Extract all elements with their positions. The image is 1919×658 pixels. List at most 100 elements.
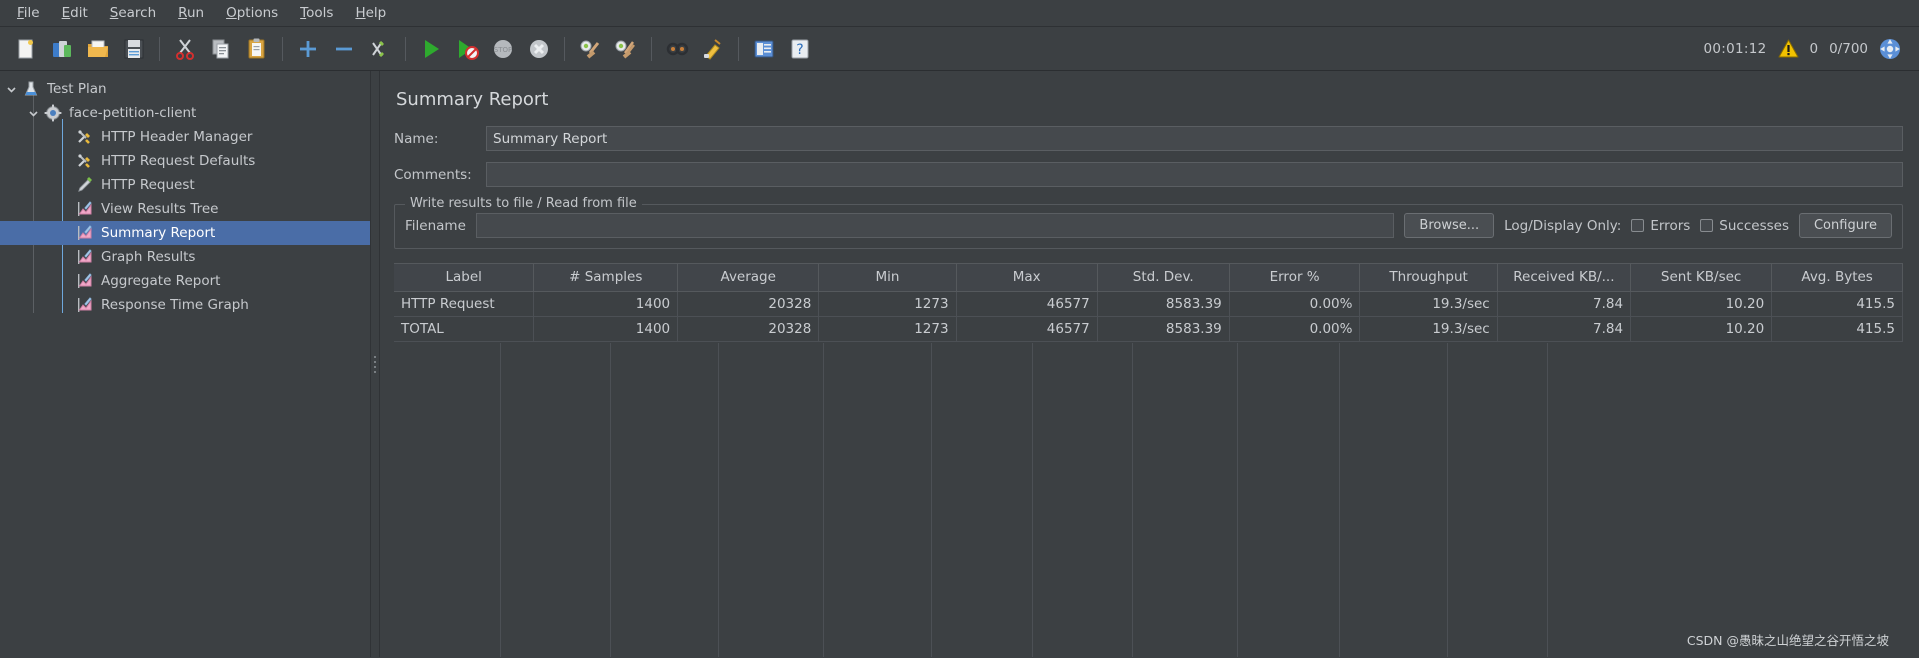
table-column-guide xyxy=(1133,343,1238,657)
tree-node-http-request-defaults[interactable]: HTTP Request Defaults xyxy=(0,149,370,173)
elapsed-time: 00:01:12 xyxy=(1703,40,1767,57)
status-area: 00:01:12 0 0/700 xyxy=(1703,38,1911,60)
table-col-avg-bytes[interactable]: Avg. Bytes xyxy=(1771,264,1903,292)
help-icon[interactable]: ? xyxy=(785,34,815,64)
summary-report-panel: Summary Report Name: Comments: Write res… xyxy=(380,71,1919,657)
table-column-guide xyxy=(932,343,1033,657)
toolbar-separator xyxy=(651,36,652,61)
table-col-average[interactable]: Average xyxy=(677,264,820,292)
comments-input[interactable] xyxy=(486,162,1903,187)
comments-row: Comments: xyxy=(394,162,1903,187)
menu-search[interactable]: Search xyxy=(99,2,167,24)
tree-node-http-request[interactable]: HTTP Request xyxy=(0,173,370,197)
search-icon[interactable] xyxy=(662,34,692,64)
table-col-label[interactable]: Label xyxy=(394,264,535,292)
tree-node-response-time-graph[interactable]: Response Time Graph xyxy=(0,293,370,317)
new-icon[interactable] xyxy=(11,34,41,64)
successes-checkbox-box[interactable] xyxy=(1700,219,1714,232)
svg-text:STOP: STOP xyxy=(494,46,512,54)
toolbar-separator xyxy=(282,36,283,61)
filename-input[interactable] xyxy=(475,213,1395,238)
table-cell: 415.5 xyxy=(1771,316,1903,342)
table-cell: 0.00% xyxy=(1229,316,1361,342)
panel-splitter[interactable] xyxy=(370,71,380,657)
tree-node-graph-results[interactable]: Graph Results xyxy=(0,245,370,269)
table-cell: 7.84 xyxy=(1497,291,1632,317)
table-col-throughput[interactable]: Throughput xyxy=(1359,264,1498,292)
paste-icon[interactable] xyxy=(242,34,272,64)
menu-run[interactable]: Run xyxy=(167,2,215,24)
menu-options[interactable]: Options xyxy=(215,2,289,24)
tree-node-http-header-manager[interactable]: HTTP Header Manager xyxy=(0,125,370,149)
tree-node-view-results-tree[interactable]: View Results Tree xyxy=(0,197,370,221)
table-cell: 10.20 xyxy=(1630,316,1773,342)
table-col-sent-kb-sec[interactable]: Sent KB/sec xyxy=(1630,264,1773,292)
table-header-row[interactable]: Label # Samples Average Min Max Std. Dev. Erro… xyxy=(394,264,1903,292)
table-cell: 1400 xyxy=(533,316,679,342)
name-label: Name: xyxy=(394,130,439,147)
clear-all-icon[interactable] xyxy=(611,34,641,64)
shutdown-icon[interactable] xyxy=(524,34,554,64)
cut-icon[interactable] xyxy=(170,34,200,64)
stop-icon[interactable]: STOP xyxy=(488,34,518,64)
table-col-min[interactable]: Min xyxy=(818,264,957,292)
browse-button[interactable]: Browse... xyxy=(1404,213,1495,238)
tree-node-summary-report[interactable]: Summary Report xyxy=(0,221,370,245)
tree-node-label: HTTP Header Manager xyxy=(101,129,253,145)
summary-table[interactable]: Label # Samples Average Min Max Std. Dev. Erro… xyxy=(394,264,1903,342)
warning-triangle-icon[interactable] xyxy=(1778,39,1799,58)
table-col--samples[interactable]: # Samples xyxy=(533,264,679,292)
menu-help[interactable]: Help xyxy=(344,2,397,24)
clear-icon[interactable] xyxy=(575,34,605,64)
table-cell: 415.5 xyxy=(1771,291,1903,317)
search-reset-icon[interactable] xyxy=(698,34,728,64)
open-icon[interactable] xyxy=(83,34,113,64)
menu-edit[interactable]: Edit xyxy=(51,2,99,24)
collapse-all-icon[interactable] xyxy=(329,34,359,64)
config-element-icon xyxy=(74,128,96,146)
table-col-std-dev[interactable]: Std. Dev. xyxy=(1097,264,1230,292)
table-cell: 20328 xyxy=(677,316,820,342)
toggle-icon[interactable] xyxy=(365,34,395,64)
config-element-icon xyxy=(74,152,96,170)
tree-node-test-plan[interactable]: Test Plan xyxy=(0,77,370,101)
table-col-max[interactable]: Max xyxy=(956,264,1098,292)
errors-checkbox[interactable]: Errors xyxy=(1631,218,1690,234)
tree-node-aggregate-report[interactable]: Aggregate Report xyxy=(0,269,370,293)
table-col-error[interactable]: Error % xyxy=(1229,264,1361,292)
name-input[interactable] xyxy=(486,126,1903,151)
menu-file[interactable]: File xyxy=(6,2,51,24)
expand-all-icon[interactable] xyxy=(293,34,323,64)
successes-checkbox[interactable]: Successes xyxy=(1700,218,1789,234)
tree-node-face-petition-client[interactable]: face-petition-client xyxy=(0,101,370,125)
table-row[interactable]: HTTP Request 1400 20328 1273 46577 8583.39 0.0… xyxy=(394,291,1903,317)
listener-chart-icon xyxy=(74,248,96,266)
table-cell: 46577 xyxy=(956,316,1098,342)
function-helper-icon[interactable] xyxy=(749,34,779,64)
table-cell: 1273 xyxy=(818,316,957,342)
summary-table-wrap[interactable]: Label # Samples Average Min Max Std. Dev. Erro… xyxy=(394,263,1903,657)
log-display-only-label: Log/Display Only: xyxy=(1504,217,1622,234)
connection-globe-icon[interactable] xyxy=(1879,38,1901,60)
start-icon[interactable] xyxy=(416,34,446,64)
menu-bar: File Edit Search Run Options Tools Help xyxy=(0,0,1919,27)
table-cell: 1273 xyxy=(818,291,957,317)
comments-label: Comments: xyxy=(394,166,472,183)
table-col-received-kb[interactable]: Received KB/... xyxy=(1497,264,1632,292)
chevron-down-icon[interactable] xyxy=(24,108,42,119)
errors-checkbox-box[interactable] xyxy=(1631,219,1645,232)
table-row[interactable]: TOTAL 1400 20328 1273 46577 8583.39 0.00% 19.3/… xyxy=(394,316,1903,342)
listener-chart-icon xyxy=(74,224,96,242)
tree-node-label: Aggregate Report xyxy=(101,273,221,289)
chevron-down-icon[interactable] xyxy=(2,84,20,95)
start-no-pauses-icon[interactable] xyxy=(452,34,482,64)
configure-button[interactable]: Configure xyxy=(1798,213,1892,238)
menu-tools[interactable]: Tools xyxy=(289,2,344,24)
save-icon[interactable] xyxy=(119,34,149,64)
toolbar: STOP? 00:01:12 0 0/700 xyxy=(0,27,1919,71)
templates-icon[interactable] xyxy=(47,34,77,64)
thread-group-icon xyxy=(42,104,64,122)
copy-icon[interactable] xyxy=(206,34,236,64)
table-column-guide xyxy=(501,343,611,657)
test-plan-tree[interactable]: Test Plan face-petition-client HTTP Header… xyxy=(0,71,370,657)
